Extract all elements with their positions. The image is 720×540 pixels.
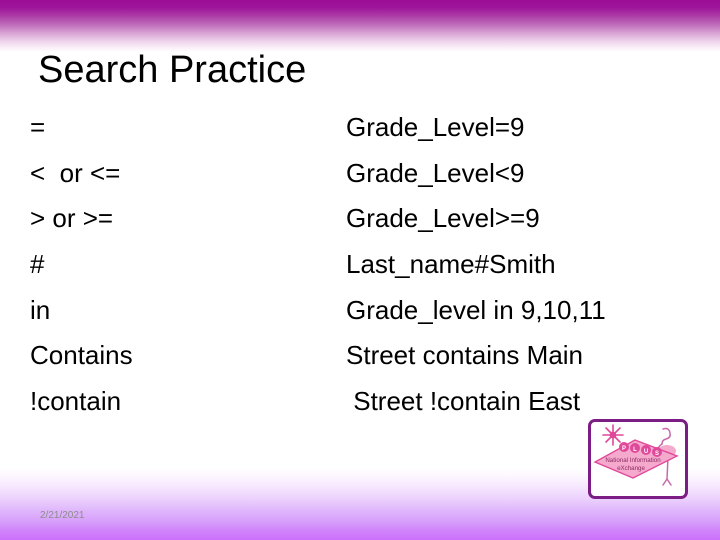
operator-cell: > or >=	[30, 203, 114, 234]
starburst-core	[609, 431, 617, 439]
table-row: in Grade_level in 9,10,11	[0, 291, 720, 337]
example-cell: Street !contain East	[346, 386, 581, 417]
table-row: > or >= Grade_Level>=9	[0, 199, 720, 245]
logo-line-2: eXchange	[617, 465, 645, 472]
logo-line-1: National Information	[605, 457, 661, 464]
operator-cell: < or <=	[30, 157, 121, 188]
operator-cell: =	[30, 112, 46, 142]
plus-letter-p: P	[622, 446, 626, 452]
plus-letter-l: L	[633, 447, 637, 453]
plus-letter-u: U	[644, 449, 648, 455]
example-cell: Last_name#Smith	[346, 249, 556, 280]
slide-date: 2/21/2021	[40, 510, 85, 521]
example-cell: Grade_Level=9	[346, 112, 525, 142]
operator-cell: in	[30, 294, 51, 325]
operator-cell: Contains	[30, 340, 133, 371]
table-row: Contains Street contains Main	[0, 336, 720, 382]
example-cell: Grade_level in 9,10,11	[346, 294, 606, 325]
search-operator-table: = Grade_Level=9 < or <= Grade_Level<9 > …	[0, 108, 720, 428]
plus-nix-logo: P L U S National Information eXchange	[588, 419, 688, 499]
example-cell: Grade_Level<9	[346, 157, 525, 188]
table-row: # Last_name#Smith	[0, 245, 720, 291]
example-cell: Grade_Level>=9	[346, 203, 540, 234]
page-title: Search Practice	[38, 49, 307, 91]
operator-cell: #	[30, 249, 45, 280]
operator-cell: !contain	[30, 386, 122, 417]
table-row: < or <= Grade_Level<9	[0, 154, 720, 200]
logo-graphic: P L U S National Information eXchange	[593, 424, 679, 486]
table-row: = Grade_Level=9	[0, 108, 720, 154]
example-cell: Street contains Main	[346, 340, 584, 371]
top-gradient-band	[0, 0, 720, 52]
slide-canvas: Search Practice = Grade_Level=9 < or <= …	[0, 0, 720, 540]
